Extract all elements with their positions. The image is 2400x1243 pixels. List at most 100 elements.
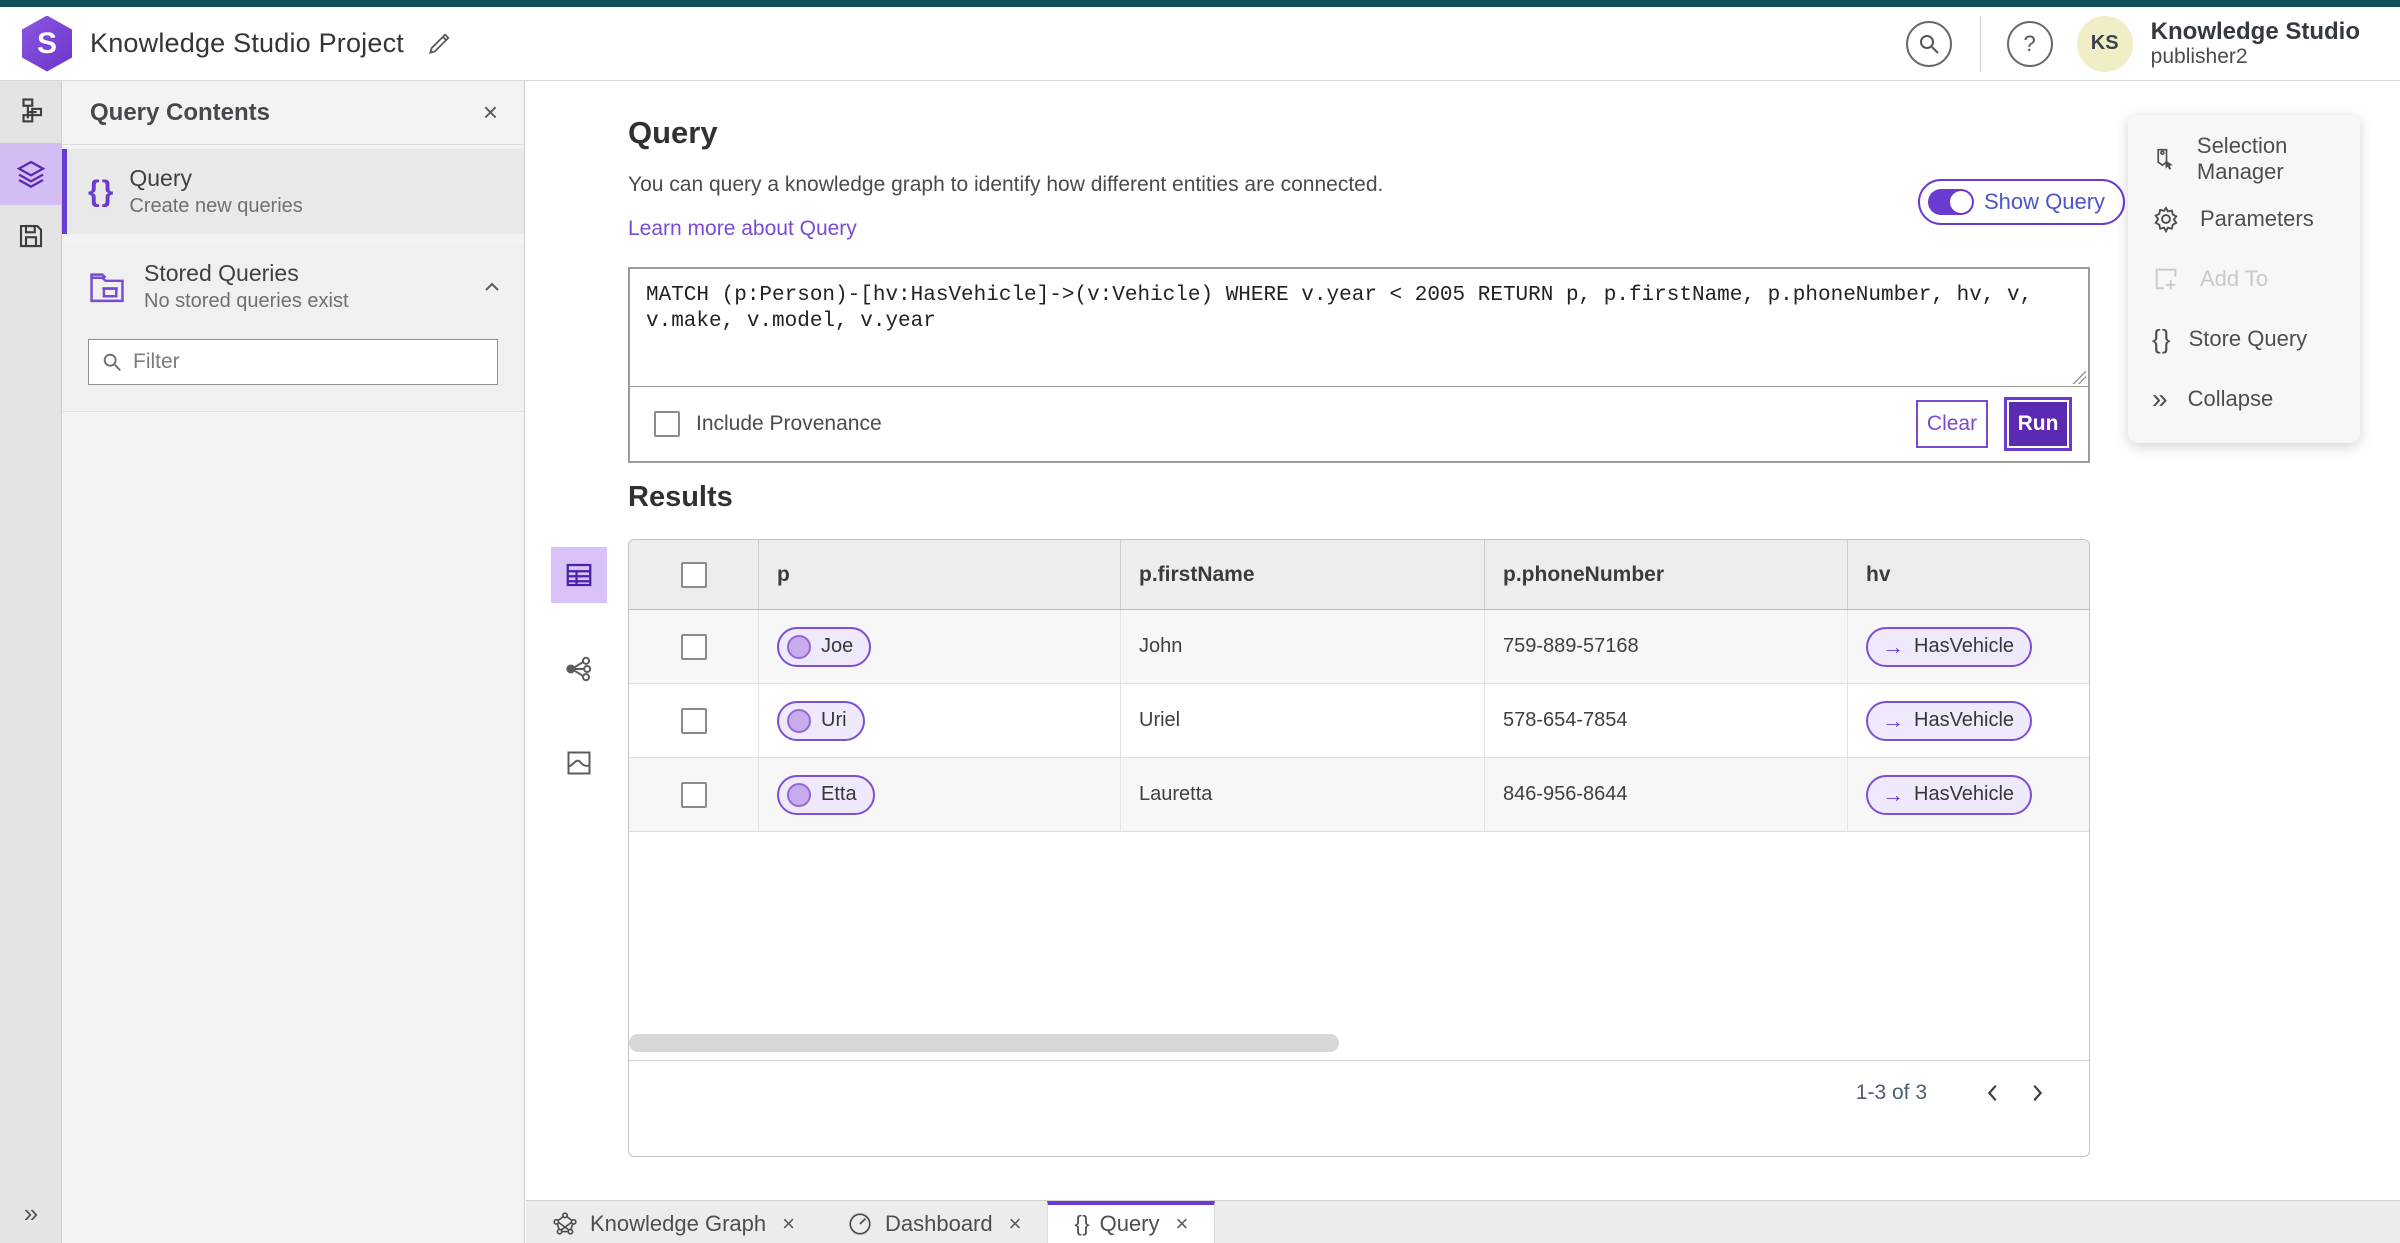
- collapse-item[interactable]: » Collapse: [2128, 369, 2360, 429]
- query-description: You can query a knowledge graph to ident…: [628, 173, 1384, 196]
- query-text-input[interactable]: MATCH (p:Person)-[hv:HasVehicle]->(v:Veh…: [630, 269, 2088, 387]
- close-panel-icon[interactable]: ×: [483, 97, 498, 128]
- filter-input[interactable]: [133, 350, 473, 374]
- help-icon[interactable]: ?: [2006, 20, 2053, 67]
- user-role: publisher2: [2150, 45, 2248, 69]
- entity-pill[interactable]: Etta: [777, 774, 875, 815]
- selection-manager-item[interactable]: Selection Manager: [2128, 129, 2360, 189]
- query-actions-menu: Selection Manager Parameters Add To { } …: [2128, 115, 2360, 443]
- top-teal-strip: [0, 0, 2400, 7]
- row-checkbox[interactable]: [680, 781, 707, 808]
- arrow-right-icon: →: [1882, 781, 1904, 807]
- user-info[interactable]: Knowledge Studio publisher2: [2151, 18, 2360, 70]
- column-header-p[interactable]: p: [759, 540, 1121, 609]
- include-provenance-label: Include Provenance: [696, 412, 882, 435]
- run-button[interactable]: Run: [2009, 402, 2067, 446]
- cell-phonenumber: 578-654-7854: [1485, 684, 1848, 757]
- row-checkbox[interactable]: [680, 633, 707, 660]
- item-title: Stored Queries: [144, 260, 299, 286]
- stored-queries-folder-icon: [88, 270, 126, 304]
- tab-label: Query: [1099, 1211, 1160, 1236]
- cell-firstname: Uriel: [1121, 684, 1485, 757]
- results-view-switcher: [551, 547, 607, 829]
- query-braces-icon: { }: [1074, 1211, 1089, 1236]
- include-provenance-checkbox[interactable]: [654, 411, 680, 437]
- column-header-hv[interactable]: hv: [1848, 540, 2089, 609]
- close-tab-icon[interactable]: ×: [782, 1211, 795, 1237]
- header-actions: ? KS Knowledge Studio publisher2: [1905, 7, 2400, 80]
- action-label: Parameters: [2200, 206, 2314, 231]
- show-query-toggle[interactable]: Show Query: [1918, 179, 2126, 225]
- pagination-range: 1-3 of 3: [1855, 1080, 1927, 1104]
- query-editor-box: MATCH (p:Person)-[hv:HasVehicle]->(v:Veh…: [628, 267, 2090, 463]
- bottom-tab-strip: Knowledge Graph × Dashboard × { } Query …: [526, 1200, 2400, 1243]
- row-checkbox[interactable]: [680, 707, 707, 734]
- entity-dot-icon: [787, 634, 811, 659]
- project-title: Knowledge Studio Project: [90, 28, 404, 58]
- entity-pill[interactable]: Uri: [777, 700, 865, 741]
- cell-phonenumber: 759-889-57168: [1485, 610, 1848, 683]
- table-row[interactable]: Etta Lauretta 846-956-8644 → HasVehicle: [629, 758, 2089, 832]
- user-name: Knowledge Studio: [2150, 17, 2360, 45]
- store-query-item[interactable]: { } Store Query: [2128, 309, 2360, 369]
- show-query-label: Show Query: [1984, 189, 2106, 214]
- search-icon[interactable]: [1905, 20, 1952, 67]
- toggle-switch[interactable]: [1928, 189, 1974, 215]
- close-tab-icon[interactable]: ×: [1009, 1211, 1022, 1237]
- relationship-label: HasVehicle: [1914, 635, 2015, 657]
- add-to-icon: [2155, 268, 2177, 290]
- edit-title-icon[interactable]: [426, 31, 452, 57]
- results-table: p p.firstName p.phoneNumber hv Joe John 75…: [628, 539, 2090, 1157]
- entity-pill[interactable]: Joe: [777, 626, 872, 667]
- item-subtitle: Create new queries: [129, 195, 303, 217]
- clear-button[interactable]: Clear: [1916, 400, 1988, 448]
- add-to-item: Add To: [2128, 249, 2360, 309]
- entity-label: Uri: [821, 709, 847, 731]
- data-model-icon[interactable]: [0, 81, 62, 143]
- panel-item-stored-queries[interactable]: Stored Queries No stored queries exist: [62, 244, 524, 329]
- parameters-item[interactable]: Parameters: [2128, 189, 2360, 249]
- left-rail: »: [0, 81, 62, 1243]
- collapse-section-icon[interactable]: [480, 275, 504, 299]
- action-label: Store Query: [2188, 326, 2308, 351]
- app-logo-icon[interactable]: S: [22, 15, 72, 72]
- map-view-icon[interactable]: [551, 735, 607, 791]
- table-pagination: 1-3 of 3: [629, 1060, 2089, 1124]
- column-header-phonenumber[interactable]: p.phoneNumber: [1485, 540, 1848, 609]
- arrow-right-icon: →: [1882, 633, 1904, 659]
- cell-firstname: John: [1121, 610, 1485, 683]
- column-header-firstname[interactable]: p.firstName: [1121, 540, 1485, 609]
- table-row[interactable]: Joe John 759-889-57168 → HasVehicle: [629, 610, 2089, 684]
- learn-more-link[interactable]: Learn more about Query: [628, 217, 857, 241]
- save-icon[interactable]: [0, 205, 62, 267]
- expand-rail-icon[interactable]: »: [0, 1198, 62, 1229]
- filter-field[interactable]: [88, 339, 498, 385]
- relationship-pill[interactable]: → HasVehicle: [1866, 700, 2033, 741]
- avatar[interactable]: KS: [2076, 15, 2133, 72]
- link-chart-view-icon[interactable]: [551, 641, 607, 697]
- table-row[interactable]: Uri Uriel 578-654-7854 → HasVehicle: [629, 684, 2089, 758]
- relationship-pill[interactable]: → HasVehicle: [1866, 626, 2033, 667]
- panel-header: Query Contents ×: [62, 81, 524, 145]
- tab-dashboard[interactable]: Dashboard ×: [821, 1201, 1048, 1243]
- table-view-icon[interactable]: [551, 547, 607, 603]
- tab-query[interactable]: { } Query ×: [1047, 1201, 1216, 1243]
- previous-page-icon[interactable]: [1971, 1071, 2015, 1115]
- select-all-checkbox[interactable]: [680, 561, 707, 588]
- braces-icon: { }: [88, 174, 113, 208]
- relationship-pill[interactable]: → HasVehicle: [1866, 774, 2033, 815]
- relationship-label: HasVehicle: [1914, 709, 2015, 731]
- layers-icon[interactable]: [0, 143, 62, 205]
- tab-knowledge-graph[interactable]: Knowledge Graph ×: [526, 1201, 821, 1243]
- horizontal-scrollbar-thumb[interactable]: [629, 1034, 1339, 1052]
- panel-title: Query Contents: [90, 98, 271, 126]
- table-empty-area: [629, 832, 2089, 1060]
- entity-label: Etta: [821, 783, 857, 805]
- entity-dot-icon: [787, 782, 811, 807]
- panel-item-query[interactable]: { } Query Create new queries: [62, 149, 524, 234]
- next-page-icon[interactable]: [2015, 1071, 2059, 1115]
- store-query-braces-icon: { }: [2152, 323, 2171, 354]
- tab-label: Knowledge Graph: [590, 1211, 767, 1236]
- close-tab-icon[interactable]: ×: [1176, 1211, 1189, 1237]
- resize-handle[interactable]: [2072, 370, 2086, 384]
